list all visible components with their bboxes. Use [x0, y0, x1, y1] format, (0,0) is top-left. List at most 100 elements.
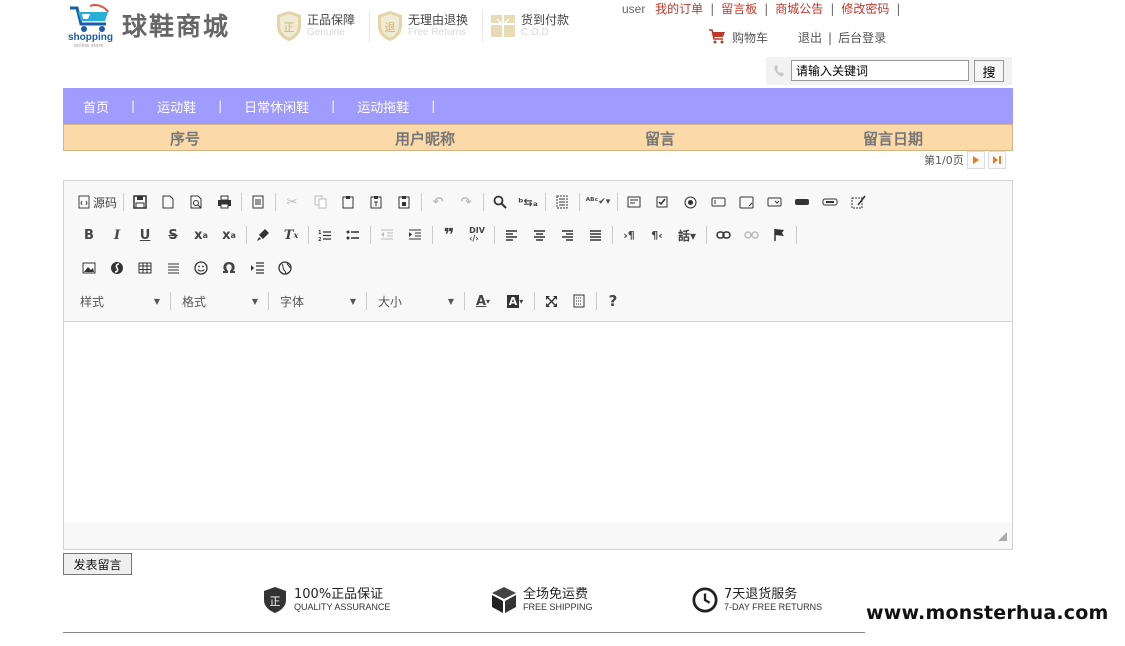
- my-orders-link[interactable]: 我的订单: [655, 2, 703, 16]
- resize-grip-icon[interactable]: [998, 530, 1007, 544]
- special-char-icon[interactable]: Ω: [218, 258, 240, 278]
- smiley-icon[interactable]: [190, 258, 212, 278]
- save-icon[interactable]: [129, 192, 151, 212]
- font-combo-label: 字体: [280, 294, 305, 309]
- bulleted-list-icon[interactable]: [342, 225, 364, 245]
- change-password-link[interactable]: 修改密码: [841, 2, 889, 16]
- image-button-icon[interactable]: [819, 192, 841, 212]
- toolbar-separator: [545, 193, 547, 211]
- new-page-icon[interactable]: [157, 192, 179, 212]
- maximize-icon[interactable]: [540, 291, 562, 311]
- copy-icon[interactable]: [309, 192, 331, 212]
- nav-item-sports-shoes[interactable]: 运动鞋: [157, 97, 196, 116]
- background-color-icon[interactable]: A ▾: [502, 291, 528, 311]
- chevron-down-icon: ▼: [447, 296, 454, 306]
- radio-icon[interactable]: [679, 192, 701, 212]
- textarea-icon[interactable]: [735, 192, 757, 212]
- text-color-icon[interactable]: A ▾: [470, 291, 496, 311]
- styles-combo[interactable]: 样式 ▼: [74, 291, 166, 311]
- align-center-icon[interactable]: [528, 225, 550, 245]
- promo-subtitle: Free Returns: [408, 27, 467, 38]
- next-page-icon[interactable]: [966, 151, 985, 169]
- shield-zheng-icon: 正: [275, 11, 303, 41]
- announcements-link[interactable]: 商城公告: [775, 2, 823, 16]
- source-button[interactable]: 源码: [78, 194, 117, 211]
- indent-icon[interactable]: [404, 225, 426, 245]
- site-logo[interactable]: shopping online store 球鞋商城: [66, 4, 256, 49]
- package-icon: [491, 585, 517, 615]
- image-icon[interactable]: [78, 258, 100, 278]
- show-blocks-icon[interactable]: [568, 291, 590, 311]
- link-icon[interactable]: [712, 225, 734, 245]
- admin-login-link[interactable]: 后台登录: [838, 29, 886, 46]
- unlink-icon[interactable]: [740, 225, 762, 245]
- numbered-list-icon[interactable]: 12: [314, 225, 336, 245]
- hidden-field-icon[interactable]: [847, 192, 869, 212]
- message-board-link[interactable]: 留言板: [721, 2, 757, 16]
- search-button[interactable]: 搜: [974, 60, 1004, 82]
- format-combo[interactable]: 格式 ▼: [176, 291, 264, 311]
- table-icon[interactable]: [134, 258, 156, 278]
- preview-icon[interactable]: [185, 192, 207, 212]
- anchor-flag-icon[interactable]: [768, 225, 790, 245]
- horizontal-rule-icon[interactable]: [162, 258, 184, 278]
- editor-content-area[interactable]: [64, 323, 1012, 523]
- cart-icon[interactable]: [708, 28, 726, 47]
- clock-icon: [692, 585, 718, 615]
- post-message-button[interactable]: 发表留言: [63, 553, 132, 575]
- outdent-icon[interactable]: [376, 225, 398, 245]
- bold-icon[interactable]: B: [78, 225, 100, 245]
- nav-item-casual-shoes[interactable]: 日常休闲鞋: [244, 97, 309, 116]
- strikethrough-icon[interactable]: S: [162, 225, 184, 245]
- subscript-icon[interactable]: xa: [190, 225, 212, 245]
- column-header-nickname: 用户昵称: [395, 130, 456, 148]
- ltr-icon[interactable]: ›¶: [618, 225, 640, 245]
- flash-icon[interactable]: [106, 258, 128, 278]
- cart-link[interactable]: 购物车: [732, 29, 768, 46]
- undo-icon[interactable]: ↶: [427, 192, 449, 212]
- align-justify-icon[interactable]: [584, 225, 606, 245]
- templates-icon[interactable]: [247, 192, 269, 212]
- superscript-icon[interactable]: xa: [218, 225, 240, 245]
- align-right-icon[interactable]: [556, 225, 578, 245]
- feature-subtitle: FREE SHIPPING: [523, 602, 593, 612]
- help-icon[interactable]: ?: [602, 291, 624, 311]
- form-icon[interactable]: [623, 192, 645, 212]
- editor-status-bar: [63, 522, 1013, 550]
- rtl-icon[interactable]: ¶‹: [646, 225, 668, 245]
- promo-genuine: 正 正品保障 Genuine: [275, 8, 355, 44]
- cut-icon[interactable]: ✂: [281, 192, 303, 212]
- find-icon[interactable]: [489, 192, 511, 212]
- checkbox-icon[interactable]: [651, 192, 673, 212]
- italic-icon[interactable]: I: [106, 225, 128, 245]
- create-div-icon[interactable]: DIV ‹/›: [466, 225, 488, 245]
- font-combo[interactable]: 字体 ▼: [274, 291, 362, 311]
- paste-icon[interactable]: [337, 192, 359, 212]
- underline-icon[interactable]: U: [134, 225, 156, 245]
- iframe-globe-icon[interactable]: [274, 258, 296, 278]
- last-page-icon[interactable]: [987, 151, 1006, 169]
- redo-icon[interactable]: ↷: [455, 192, 477, 212]
- logout-link[interactable]: 退出: [798, 29, 822, 46]
- copy-format-icon[interactable]: [252, 225, 274, 245]
- size-combo[interactable]: 大小 ▼: [372, 291, 460, 311]
- align-left-icon[interactable]: [500, 225, 522, 245]
- promo-divider: [369, 10, 370, 42]
- remove-format-icon[interactable]: Tx: [280, 225, 302, 245]
- replace-icon[interactable]: ᵇ⇆ₐ: [517, 192, 539, 212]
- nav-item-home[interactable]: 首页: [83, 97, 109, 116]
- textfield-icon[interactable]: [707, 192, 729, 212]
- spellcheck-icon[interactable]: ᴬᴮᶜ✔▾: [585, 192, 611, 212]
- paste-text-icon[interactable]: [365, 192, 387, 212]
- language-icon[interactable]: 話▾: [674, 225, 700, 245]
- select-field-icon[interactable]: [763, 192, 785, 212]
- promo-free-returns: 退 无理由退换 Free Returns: [376, 8, 468, 44]
- paste-word-icon[interactable]: [393, 192, 415, 212]
- search-input[interactable]: [791, 60, 969, 81]
- page-break-icon[interactable]: [246, 258, 268, 278]
- blockquote-icon[interactable]: ❞: [438, 225, 460, 246]
- select-all-icon[interactable]: [551, 192, 573, 212]
- button-field-icon[interactable]: [791, 192, 813, 212]
- nav-item-sports-slippers[interactable]: 运动拖鞋: [357, 97, 409, 116]
- print-icon[interactable]: [213, 192, 235, 212]
